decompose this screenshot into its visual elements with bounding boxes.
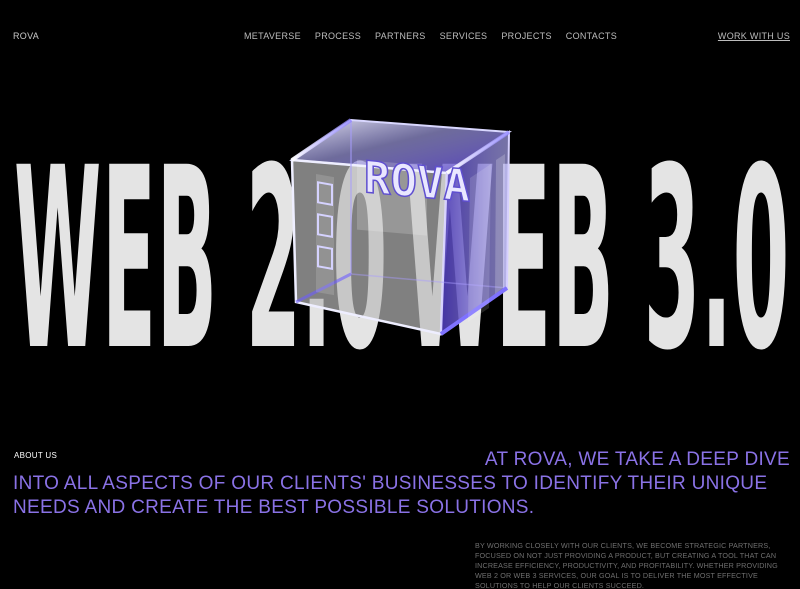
svg-text:ROVA: ROVA	[364, 152, 470, 212]
about-body-line-4: WEB 2 OR WEB 3 SERVICES, OUR GOAL IS TO …	[475, 571, 758, 580]
nav-contacts[interactable]: CONTACTS	[566, 31, 617, 41]
nav-process[interactable]: PROCESS	[315, 31, 361, 41]
about-lead-line-1: AT ROVA, WE TAKE A DEEP DIVE	[484, 449, 790, 470]
nav-projects[interactable]: PROJECTS	[501, 31, 551, 41]
about-lead-line-3: NEEDS AND CREATE THE BEST POSSIBLE SOLUT…	[13, 497, 535, 518]
about-body-line-3: INCREASE EFFICIENCY, PRODUCTIVITY, AND P…	[475, 561, 778, 570]
about-us-label: ABOUT US	[14, 451, 58, 460]
cube-icon: ROVA	[289, 118, 512, 336]
about-lead-line-2: INTO ALL ASPECTS OF OUR CLIENTS' BUSINES…	[13, 473, 768, 494]
nav-services[interactable]: SERVICES	[440, 31, 488, 41]
about-body-line-2: FOCUSED ON NOT JUST PROVIDING A PRODUCT,…	[475, 551, 777, 560]
about-body-line-1: BY WORKING CLOSELY WITH OUR CLIENTS, WE …	[475, 541, 771, 550]
work-with-us-link[interactable]: WORK WITH US	[718, 31, 790, 41]
logo[interactable]: ROVA	[13, 31, 39, 41]
about-body-line-5: SOLUTIONS TO HELP OUR CLIENTS SUCCEED.	[475, 581, 645, 589]
hero: WEB 2.0 WEB 3.0 ROVA	[0, 58, 800, 388]
nav-partners[interactable]: PARTNERS	[375, 31, 426, 41]
hero-graphic: WEB 2.0 WEB 3.0 ROVA	[14, 114, 788, 388]
main-nav: METAVERSE PROCESS PARTNERS SERVICES PROJ…	[244, 31, 617, 41]
about-body-copy: BY WORKING CLOSELY WITH OUR CLIENTS, WE …	[475, 541, 793, 589]
nav-metaverse[interactable]: METAVERSE	[244, 31, 301, 41]
cube-side-letters	[316, 174, 334, 296]
